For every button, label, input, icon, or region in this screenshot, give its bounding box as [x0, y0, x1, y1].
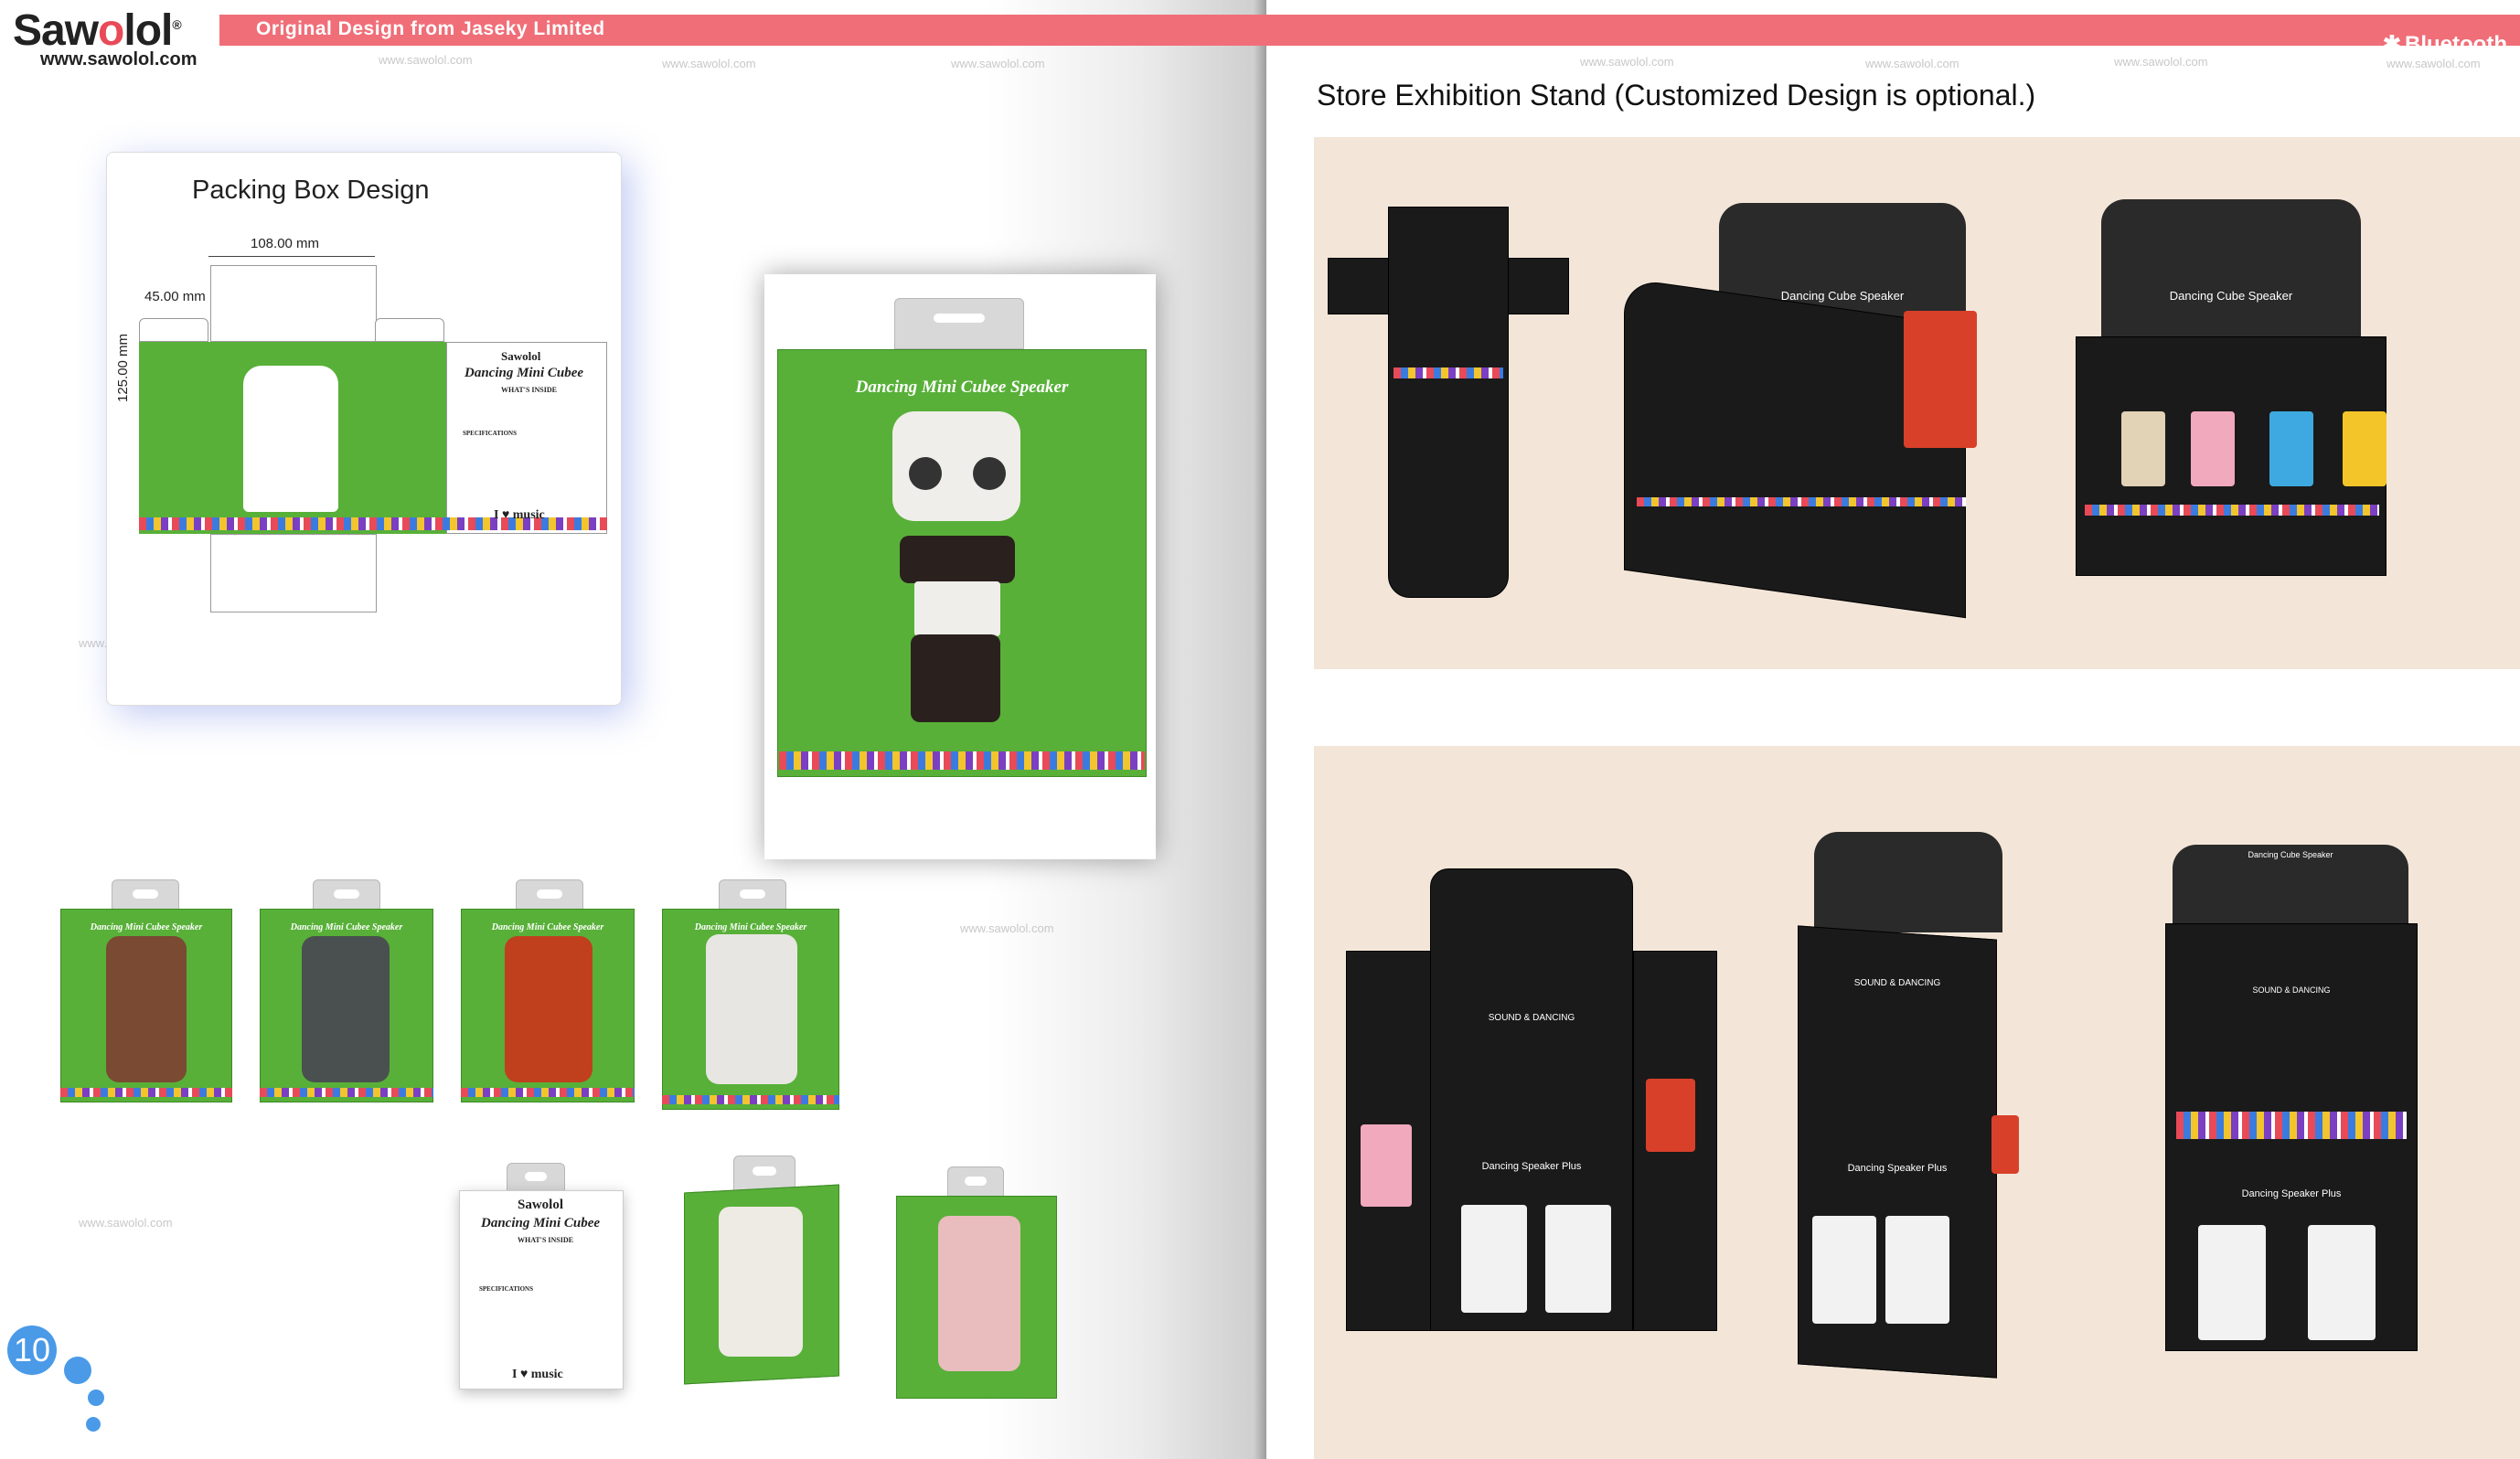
brand-url: www.sawolol.com: [40, 49, 198, 69]
cow-figure: [706, 934, 797, 1084]
decor-dot: [86, 1417, 101, 1432]
box-title: Dancing Mini Cubee Speaker: [491, 922, 604, 932]
tall-stand-label: Dancing Cube Speaker: [2248, 850, 2333, 859]
robot-figure: [1904, 311, 1977, 448]
panda-box-strip: [779, 751, 1145, 770]
panda-legs: [911, 634, 1000, 722]
box-back-name: Dancing Mini Cubee: [464, 366, 584, 380]
flat-stand-lights: [1393, 367, 1503, 378]
pig-figure-panel: [1361, 1124, 1412, 1207]
yellow-figure: [2343, 411, 2387, 486]
box-strip: [662, 1095, 839, 1104]
shelf-sound-label: SOUND & DANCING: [1853, 978, 1941, 988]
dim-height: 125.00 mm: [115, 333, 131, 402]
panda-eye: [973, 457, 1006, 490]
white-box-name: Dancing Mini Cubee: [481, 1216, 601, 1230]
dim-width: 108.00 mm: [251, 236, 320, 251]
fox-figure: [505, 936, 593, 1082]
shelf-stand-top: [1814, 832, 2002, 932]
box-hanger: [947, 1166, 1004, 1199]
dim-width-line: [208, 256, 375, 257]
box-title: Dancing Mini Cubee Speaker: [694, 922, 807, 932]
pug-figure: [2121, 411, 2165, 486]
robot-figure-panel: [1646, 1079, 1695, 1152]
store-title: Store Exhibition Stand (Customized Desig…: [1317, 79, 2036, 112]
box-hanger: [719, 879, 786, 911]
box-back-specs: SPECIFICATIONS: [463, 430, 517, 437]
bluetooth-icon: ✱: [2382, 32, 2402, 57]
white-figure: [2198, 1225, 2266, 1340]
counter-lights: [1637, 497, 1966, 506]
sheep-figure: [719, 1207, 803, 1357]
header-tagline: Original Design from Jaseky Limited: [256, 18, 605, 39]
panel-sound-label: SOUND & DANCING: [1488, 1013, 1575, 1023]
panda-body: [900, 536, 1015, 583]
pig-figure: [938, 1216, 1020, 1371]
tall-sound-label: SOUND & DANCING: [2252, 985, 2331, 995]
box-strip: [461, 1088, 635, 1097]
window-cutout: [243, 366, 338, 512]
watermark: www.sawolol.com: [662, 57, 756, 70]
panda-box-title: Dancing Mini Cubee Speaker: [855, 378, 1069, 397]
watermark: www.sawolol.com: [2387, 57, 2481, 70]
dieline-side-flap: [375, 318, 444, 342]
white-figure: [1885, 1216, 1949, 1324]
dieline-side-flap: [139, 318, 208, 342]
box-hanger: [507, 1163, 565, 1192]
watermark: www.sawolol.com: [951, 57, 1045, 70]
white-box-music: I ♥ music: [512, 1368, 563, 1381]
dieline-side-left: [139, 342, 210, 534]
box-strip: [60, 1088, 232, 1097]
watermark: www.sawolol.com: [79, 1216, 173, 1230]
brand-logo: Sawolol®: [13, 6, 182, 55]
white-box-brand: Sawolol: [518, 1198, 564, 1212]
white-figure: [1461, 1205, 1527, 1313]
white-box-specs: SPECIFICATIONS: [479, 1285, 533, 1293]
dim-depth: 45.00 mm: [144, 289, 206, 304]
box-back-music: I ♥ music: [494, 508, 545, 522]
robot-figure-side: [1991, 1115, 2019, 1174]
watermark: www.sawolol.com: [1580, 55, 1674, 69]
dieline-top-flap: [210, 265, 377, 342]
elephant-figure: [302, 936, 390, 1082]
white-figure: [1545, 1205, 1611, 1313]
pig-figure-small: [2191, 411, 2235, 486]
tier-lights: [2085, 505, 2379, 516]
box-hanger: [313, 879, 380, 911]
white-figure: [1812, 1216, 1876, 1324]
watermark: www.sawolol.com: [379, 53, 473, 67]
bear-figure: [106, 936, 187, 1082]
panda-eye: [909, 457, 942, 490]
box-hanger: [516, 879, 583, 911]
box-title: Dancing Mini Cubee Speaker: [290, 922, 403, 932]
blue-figure: [2269, 411, 2313, 486]
shelf-plus-label: Dancing Speaker Plus: [1847, 1163, 1948, 1174]
box-hanger: [894, 298, 1024, 349]
box-title: Dancing Mini Cubee Speaker: [90, 922, 203, 932]
panel-plus-label: Dancing Speaker Plus: [1481, 1161, 1582, 1172]
box-back-brand: Sawolol: [501, 349, 541, 363]
bluetooth-label: ✱ Bluetooth: [2382, 32, 2507, 57]
box-hanger: [112, 879, 179, 911]
dieline-side-right: [375, 342, 446, 534]
white-figure: [2308, 1225, 2376, 1340]
packing-box-title: Packing Box Design: [192, 176, 430, 205]
tier-stand-label: Dancing Cube Speaker: [2169, 289, 2293, 303]
page-number: 10: [7, 1326, 57, 1375]
header-band-right: ✱ Bluetooth: [1266, 15, 2520, 57]
watermark: www.sawolol.com: [2114, 55, 2208, 69]
dieline-bottom-flap: [210, 534, 377, 612]
decor-dot: [88, 1390, 104, 1406]
watermark: www.sawolol.com: [1865, 57, 1959, 70]
box-back-whats-inside: WHAT'S INSIDE: [501, 386, 557, 394]
flat-stand: [1388, 207, 1509, 598]
watermark: www.sawolol.com: [960, 921, 1054, 935]
tall-stand-boxes: [2176, 1112, 2407, 1139]
tall-plus-label: Dancing Speaker Plus: [2241, 1188, 2342, 1199]
decor-dot: [64, 1357, 91, 1384]
box-strip: [260, 1088, 433, 1097]
panda-belly: [914, 581, 1000, 636]
white-box-whats-inside: WHAT'S INSIDE: [518, 1236, 573, 1244]
